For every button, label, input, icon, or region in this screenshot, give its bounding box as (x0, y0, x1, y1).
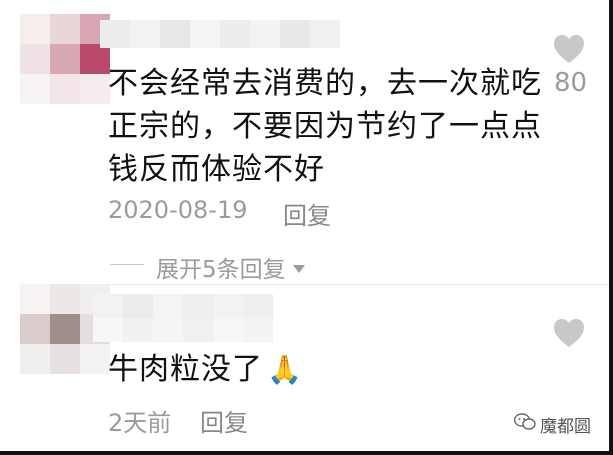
expand-replies-label: 展开5条回复 (156, 257, 286, 283)
like-count: 80 (554, 68, 588, 98)
username-blurred[interactable] (93, 294, 273, 342)
watermark-text: 魔都圆 (540, 417, 591, 437)
heart-icon[interactable] (553, 318, 585, 352)
caret-down-icon (292, 254, 306, 280)
expand-divider (110, 264, 144, 265)
comment-text-line: 牛肉粒没了 (108, 352, 263, 387)
comment-feed: 不会经常去消费的，去一次就吃 正宗的，不要因为节约了一点点 钱反而体验不好 20… (0, 0, 613, 455)
wechat-icon (513, 413, 536, 436)
reply-button[interactable]: 回复 (200, 403, 248, 438)
comment-text: 不会经常去消费的，去一次就吃 正宗的，不要因为节约了一点点 钱反而体验不好 (108, 62, 542, 191)
comment-text-line: 钱反而体验不好 (108, 152, 325, 187)
comment-date: 2天前 (108, 409, 172, 437)
comment-text-line: 正宗的，不要因为节约了一点点 (108, 109, 542, 144)
watermark: 魔都圆 (513, 412, 591, 437)
reply-button[interactable]: 回复 (283, 196, 331, 231)
praying-hands-emoji: 🙏 (267, 353, 303, 386)
heart-icon[interactable] (553, 34, 585, 68)
username-blurred[interactable] (100, 20, 340, 48)
expand-replies-button[interactable]: 展开5条回复 (156, 250, 306, 284)
avatar[interactable] (20, 14, 110, 104)
comment-date: 2020-08-19 (108, 196, 248, 224)
comment-text: 牛肉粒没了 🙏 (108, 348, 303, 391)
comment-text-line: 不会经常去消费的，去一次就吃 (108, 66, 542, 101)
